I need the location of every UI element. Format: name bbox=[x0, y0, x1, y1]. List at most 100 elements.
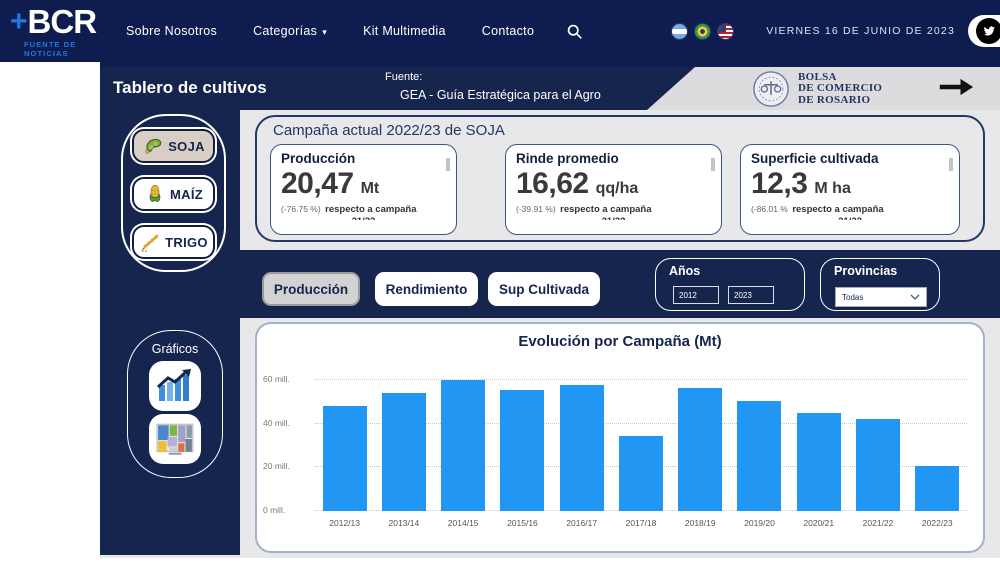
kpi-note: respecto a campaña bbox=[792, 204, 883, 215]
dashboard-title-band: Tablero de cultivos Fuente: GEA - Guía E… bbox=[100, 67, 695, 110]
kpi-delta: (-76.75 %) bbox=[281, 204, 321, 214]
bar-slot: 2018/19 bbox=[671, 372, 730, 511]
x-axis-tick-label: 2019/20 bbox=[730, 518, 789, 528]
kpi-card-rinde: Rinde promedio 16,62 qq/ha (-39.91 %) re… bbox=[505, 144, 722, 235]
graficos-group: Gráficos bbox=[127, 330, 223, 478]
x-axis-tick-label: 2015/16 bbox=[493, 518, 552, 528]
menu-item-contacto[interactable]: Contacto bbox=[482, 24, 534, 38]
card-scrollbar[interactable] bbox=[446, 158, 450, 171]
brazil-flag-icon[interactable] bbox=[694, 23, 711, 40]
page-title: Tablero de cultivos bbox=[113, 78, 267, 98]
graficos-label: Gráficos bbox=[128, 342, 222, 356]
x-axis-tick-label: 2020/21 bbox=[789, 518, 848, 528]
menu-item-categorias[interactable]: Categorías▾ bbox=[253, 24, 327, 38]
bar-2013/14[interactable] bbox=[382, 393, 426, 511]
bar-slot: 2012/13 bbox=[315, 372, 374, 511]
campaign-summary-box: Campaña actual 2022/23 de SOJA Producció… bbox=[255, 115, 985, 242]
top-navigation: + BCR FUENTE DE NOTICIAS Sobre Nosotros … bbox=[0, 0, 1000, 62]
bar-2014/15[interactable] bbox=[441, 380, 485, 511]
bar-2012/13[interactable] bbox=[323, 406, 367, 511]
bcr-org-name: BOLSA DE COMERCIO DE ROSARIO bbox=[798, 72, 882, 107]
years-filter-group: Años bbox=[655, 258, 805, 311]
source-value: GEA - Guía Estratégica para el Agro bbox=[400, 88, 601, 102]
bar-2017/18[interactable] bbox=[619, 436, 663, 511]
kpi-unit: Mt bbox=[361, 180, 380, 198]
kpi-note2: 21/22 bbox=[516, 216, 711, 220]
card-scrollbar[interactable] bbox=[711, 158, 715, 171]
card-scrollbar[interactable] bbox=[949, 158, 953, 171]
kpi-note2: 21/22 bbox=[751, 216, 949, 220]
bcr-seal-icon bbox=[752, 70, 790, 108]
treemap-view-button[interactable] bbox=[151, 416, 199, 462]
crop-button-maiz[interactable]: MAÍZ bbox=[132, 177, 215, 211]
y-axis-tick-label: 60 mill. bbox=[263, 374, 309, 384]
bar-slot: 2016/17 bbox=[552, 372, 611, 511]
kpi-label: Producción bbox=[281, 151, 446, 166]
tab-rendimiento[interactable]: Rendimiento bbox=[375, 272, 478, 306]
bcr-org-logo: BOLSA DE COMERCIO DE ROSARIO bbox=[752, 70, 882, 108]
crop-button-soja[interactable]: SOJA bbox=[132, 129, 215, 163]
menu-item-sobre-nosotros[interactable]: Sobre Nosotros bbox=[126, 24, 217, 38]
argentina-flag-icon[interactable] bbox=[671, 23, 688, 40]
bar-slot: 2017/18 bbox=[611, 372, 670, 511]
tab-sup-cultivada[interactable]: Sup Cultivada bbox=[488, 272, 600, 306]
bar-slot: 2022/23 bbox=[908, 372, 967, 511]
filter-band: Producción Rendimiento Sup Cultivada Año… bbox=[240, 250, 1000, 318]
crop-label-soja: SOJA bbox=[168, 139, 205, 154]
bar-slot: 2019/20 bbox=[730, 372, 789, 511]
bar-2022/23[interactable] bbox=[915, 466, 959, 511]
kpi-label: Superficie cultivada bbox=[751, 151, 949, 166]
crop-button-trigo[interactable]: TRIGO bbox=[132, 225, 215, 259]
crop-selector-group: SOJA MAÍZ TRIGO bbox=[121, 114, 226, 272]
bars-container: 2012/132013/142014/152015/162016/172017/… bbox=[315, 372, 967, 511]
bar-2016/17[interactable] bbox=[560, 385, 604, 511]
kpi-label: Rinde promedio bbox=[516, 151, 711, 166]
twitter-icon[interactable] bbox=[976, 18, 1000, 44]
kpi-unit: qq/ha bbox=[596, 180, 639, 198]
kpi-delta: (-39.91 %) bbox=[516, 204, 556, 214]
bar-2019/20[interactable] bbox=[737, 401, 781, 511]
provinces-filter-group: Provincias Todas bbox=[820, 258, 940, 311]
year-from-input[interactable] bbox=[673, 286, 719, 304]
bar-2020/21[interactable] bbox=[797, 413, 841, 511]
dashboard-header: BOLSA DE COMERCIO DE ROSARIO Tablero de … bbox=[100, 67, 1000, 110]
crop-label-trigo: TRIGO bbox=[165, 235, 208, 250]
kpi-note2: 21/22 bbox=[281, 216, 446, 220]
bar-slot: 2015/16 bbox=[493, 372, 552, 511]
year-to-input[interactable] bbox=[728, 286, 774, 304]
campaign-title: Campaña actual 2022/23 de SOJA bbox=[273, 122, 505, 139]
x-axis-tick-label: 2013/14 bbox=[374, 518, 433, 528]
bar-2021/22[interactable] bbox=[856, 419, 900, 511]
arrow-right-icon[interactable] bbox=[938, 76, 974, 103]
usa-flag-icon[interactable] bbox=[717, 23, 734, 40]
x-axis-tick-label: 2012/13 bbox=[315, 518, 374, 528]
provinces-select[interactable]: Todas bbox=[835, 287, 927, 307]
kpi-unit: M ha bbox=[814, 180, 850, 198]
bar-slot: 2014/15 bbox=[434, 372, 493, 511]
soybean-icon bbox=[142, 135, 164, 157]
y-axis-tick-label: 0 mill. bbox=[263, 505, 309, 515]
y-axis-tick-label: 20 mill. bbox=[263, 461, 309, 471]
tab-produccion[interactable]: Producción bbox=[262, 272, 360, 306]
bar-2018/19[interactable] bbox=[678, 388, 722, 511]
crop-dashboard: BOLSA DE COMERCIO DE ROSARIO Tablero de … bbox=[100, 62, 1000, 558]
bcr-logo[interactable]: + BCR FUENTE DE NOTICIAS bbox=[10, 5, 96, 58]
provinces-selected-value: Todas bbox=[842, 293, 863, 302]
crop-label-maiz: MAÍZ bbox=[170, 187, 203, 202]
x-axis-tick-label: 2017/18 bbox=[611, 518, 670, 528]
menu-item-kit-multimedia[interactable]: Kit Multimedia bbox=[363, 24, 446, 38]
kpi-section: Campaña actual 2022/23 de SOJA Producció… bbox=[240, 110, 1000, 250]
corn-icon bbox=[144, 183, 166, 205]
main-content: Campaña actual 2022/23 de SOJA Producció… bbox=[240, 110, 1000, 558]
kpi-value: 16,62 bbox=[516, 167, 589, 201]
main-menu: Sobre Nosotros Categorías▾ Kit Multimedi… bbox=[126, 24, 534, 38]
y-axis-tick-label: 40 mill. bbox=[263, 418, 309, 428]
search-icon[interactable] bbox=[566, 23, 583, 40]
current-date: VIERNES 16 DE JUNIO DE 2023 bbox=[766, 25, 955, 37]
bar-chart-view-button[interactable] bbox=[151, 363, 199, 409]
bar-2015/16[interactable] bbox=[500, 390, 544, 511]
chart-title: Evolución por Campaña (Mt) bbox=[257, 333, 983, 350]
kpi-card-produccion: Producción 20,47 Mt (-76.75 %) respecto … bbox=[270, 144, 457, 235]
sidebar: SOJA MAÍZ TRIGO bbox=[100, 110, 240, 555]
language-flags bbox=[671, 23, 734, 40]
